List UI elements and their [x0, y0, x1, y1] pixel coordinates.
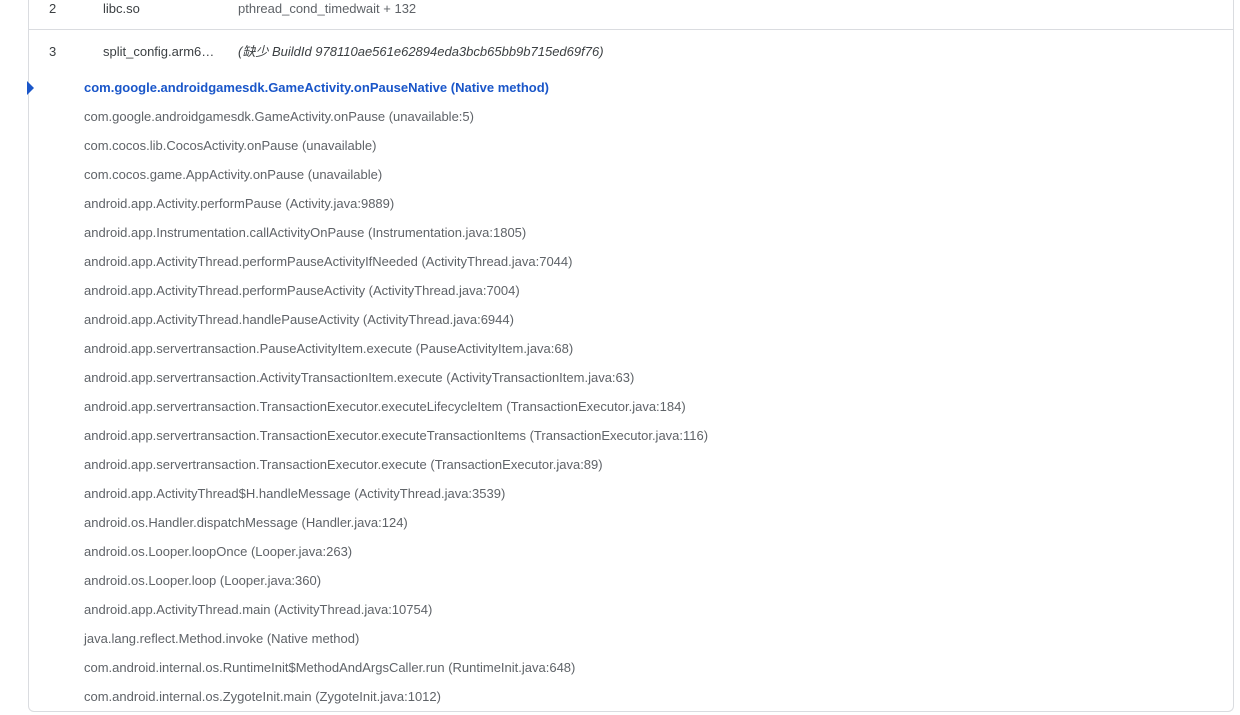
stack-trace-line[interactable]: android.app.servertransaction.PauseActiv…	[29, 338, 1233, 367]
stack-trace-text: com.cocos.lib.CocosActivity.onPause (una…	[84, 138, 377, 153]
frame-row[interactable]: 2 libc.so pthread_cond_timedwait + 132	[28, 0, 1234, 30]
stack-trace-line[interactable]: java.lang.reflect.Method.invoke (Native …	[29, 628, 1233, 657]
stack-trace-line[interactable]: android.app.servertransaction.Transactio…	[29, 454, 1233, 483]
stack-trace-text: android.app.ActivityThread$H.handleMessa…	[84, 486, 506, 501]
stack-trace-text: com.cocos.game.AppActivity.onPause (unav…	[84, 167, 383, 182]
stack-trace-text: android.app.servertransaction.ActivityTr…	[84, 370, 635, 385]
stack-trace-text: android.app.Activity.performPause (Activ…	[84, 196, 395, 211]
frame-panel-expanded: 3 split_config.arm6… (缺少 BuildId 978110a…	[27, 30, 1234, 715]
stack-trace-line[interactable]: com.google.androidgamesdk.GameActivity.o…	[29, 106, 1233, 135]
caret-right-icon	[27, 81, 34, 95]
stack-trace-text: android.app.ActivityThread.performPauseA…	[84, 283, 520, 298]
stack-trace-text: android.app.servertransaction.Transactio…	[84, 399, 686, 414]
stack-trace-text: com.android.internal.os.ZygoteInit.main …	[84, 689, 441, 704]
stack-trace-line[interactable]: android.os.Handler.dispatchMessage (Hand…	[29, 512, 1233, 541]
stack-trace-line[interactable]: android.app.ActivityThread.main (Activit…	[29, 599, 1233, 628]
stack-trace-line[interactable]: com.cocos.game.AppActivity.onPause (unav…	[29, 164, 1233, 193]
stack-trace-text: com.google.androidgamesdk.GameActivity.o…	[84, 80, 549, 95]
stack-trace-text: android.os.Looper.loopOnce (Looper.java:…	[84, 544, 353, 559]
stack-trace-line[interactable]: android.app.servertransaction.ActivityTr…	[29, 367, 1233, 396]
stack-trace-line[interactable]: android.os.Looper.loopOnce (Looper.java:…	[29, 541, 1233, 570]
stack-trace-text: android.os.Handler.dispatchMessage (Hand…	[84, 515, 408, 530]
stack-trace-text: android.app.Instrumentation.callActivity…	[84, 225, 527, 240]
stack-trace-text: android.app.ActivityThread.main (Activit…	[84, 602, 433, 617]
stack-trace-text: android.os.Looper.loop (Looper.java:360)	[84, 573, 322, 588]
stack-trace-line[interactable]: android.app.Instrumentation.callActivity…	[29, 222, 1233, 251]
stack-trace-line[interactable]: android.app.ActivityThread.performPauseA…	[29, 280, 1233, 309]
stack-trace-line[interactable]: android.app.servertransaction.Transactio…	[29, 396, 1233, 425]
stack-trace-line[interactable]: android.app.ActivityThread.handlePauseAc…	[29, 309, 1233, 338]
stack-trace-text: android.app.ActivityThread.handlePauseAc…	[84, 312, 514, 327]
stack-trace-line[interactable]: android.app.Activity.performPause (Activ…	[29, 193, 1233, 222]
stack-trace-line[interactable]: com.android.internal.os.ZygoteInit.main …	[29, 686, 1233, 715]
stack-trace-line[interactable]: com.google.androidgamesdk.GameActivity.o…	[27, 77, 1233, 106]
frame-index: 2	[49, 1, 57, 16]
stack-trace-text: android.app.ActivityThread.performPauseA…	[84, 254, 573, 269]
frame-library: split_config.arm6…	[103, 44, 215, 59]
stack-trace-page: 2 libc.so pthread_cond_timedwait + 132 3…	[0, 0, 1240, 715]
stack-trace-text: android.app.servertransaction.PauseActiv…	[84, 341, 574, 356]
stack-trace-text: java.lang.reflect.Method.invoke (Native …	[84, 631, 360, 646]
stack-trace-line[interactable]: android.app.ActivityThread$H.handleMessa…	[29, 483, 1233, 512]
frame-missing-buildid: (缺少 BuildId 978110ae561e62894eda3bcb65bb…	[238, 44, 604, 59]
stack-trace-line[interactable]: android.app.ActivityThread.performPauseA…	[29, 251, 1233, 280]
stack-trace-text: android.app.servertransaction.Transactio…	[84, 457, 603, 472]
stack-trace-line[interactable]: com.cocos.lib.CocosActivity.onPause (una…	[29, 135, 1233, 164]
frame-index: 3	[49, 44, 57, 59]
frame-library: libc.so	[103, 1, 140, 16]
stack-trace-line[interactable]: com.android.internal.os.RuntimeInit$Meth…	[29, 657, 1233, 686]
stack-trace-text: android.app.servertransaction.Transactio…	[84, 428, 709, 443]
stack-trace-line[interactable]: android.os.Looper.loop (Looper.java:360)	[29, 570, 1233, 599]
frame-symbol: pthread_cond_timedwait + 132	[238, 1, 417, 16]
stack-trace-list: com.google.androidgamesdk.GameActivity.o…	[27, 77, 1233, 715]
stack-trace-text: com.google.androidgamesdk.GameActivity.o…	[84, 109, 474, 124]
stack-trace-text: com.android.internal.os.RuntimeInit$Meth…	[84, 660, 576, 675]
stack-trace-line[interactable]: android.app.servertransaction.Transactio…	[29, 425, 1233, 454]
